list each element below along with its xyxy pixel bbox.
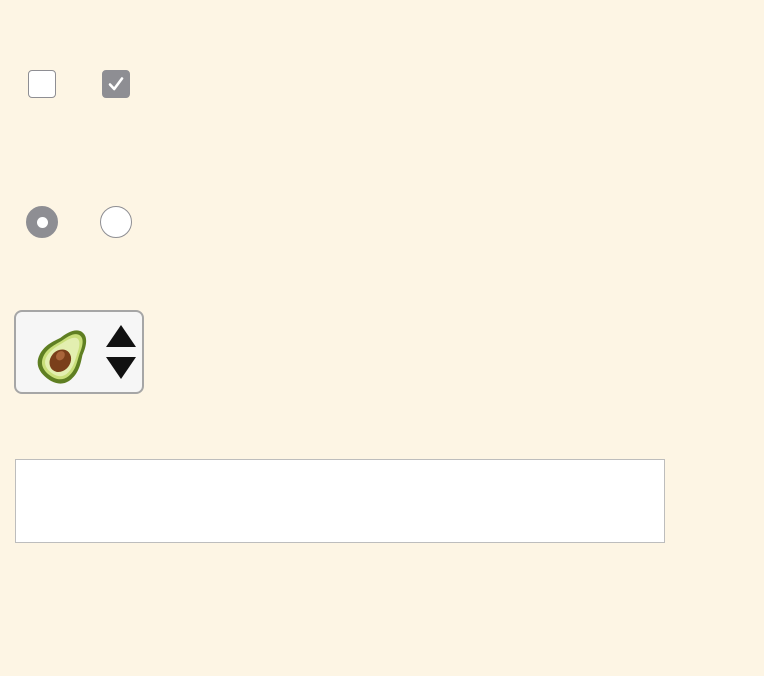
radio-unselected[interactable] [100,206,132,238]
up-down-arrows-icon [106,325,136,379]
radio-dot [36,216,48,228]
checkbox-unchecked[interactable] [28,70,56,98]
checkmark-icon [108,77,124,91]
emoji-select[interactable] [14,310,144,394]
checkbox-checked[interactable] [102,70,130,98]
text-input[interactable] [15,459,665,543]
radio-selected[interactable] [26,206,58,238]
avocado-icon [37,330,87,384]
